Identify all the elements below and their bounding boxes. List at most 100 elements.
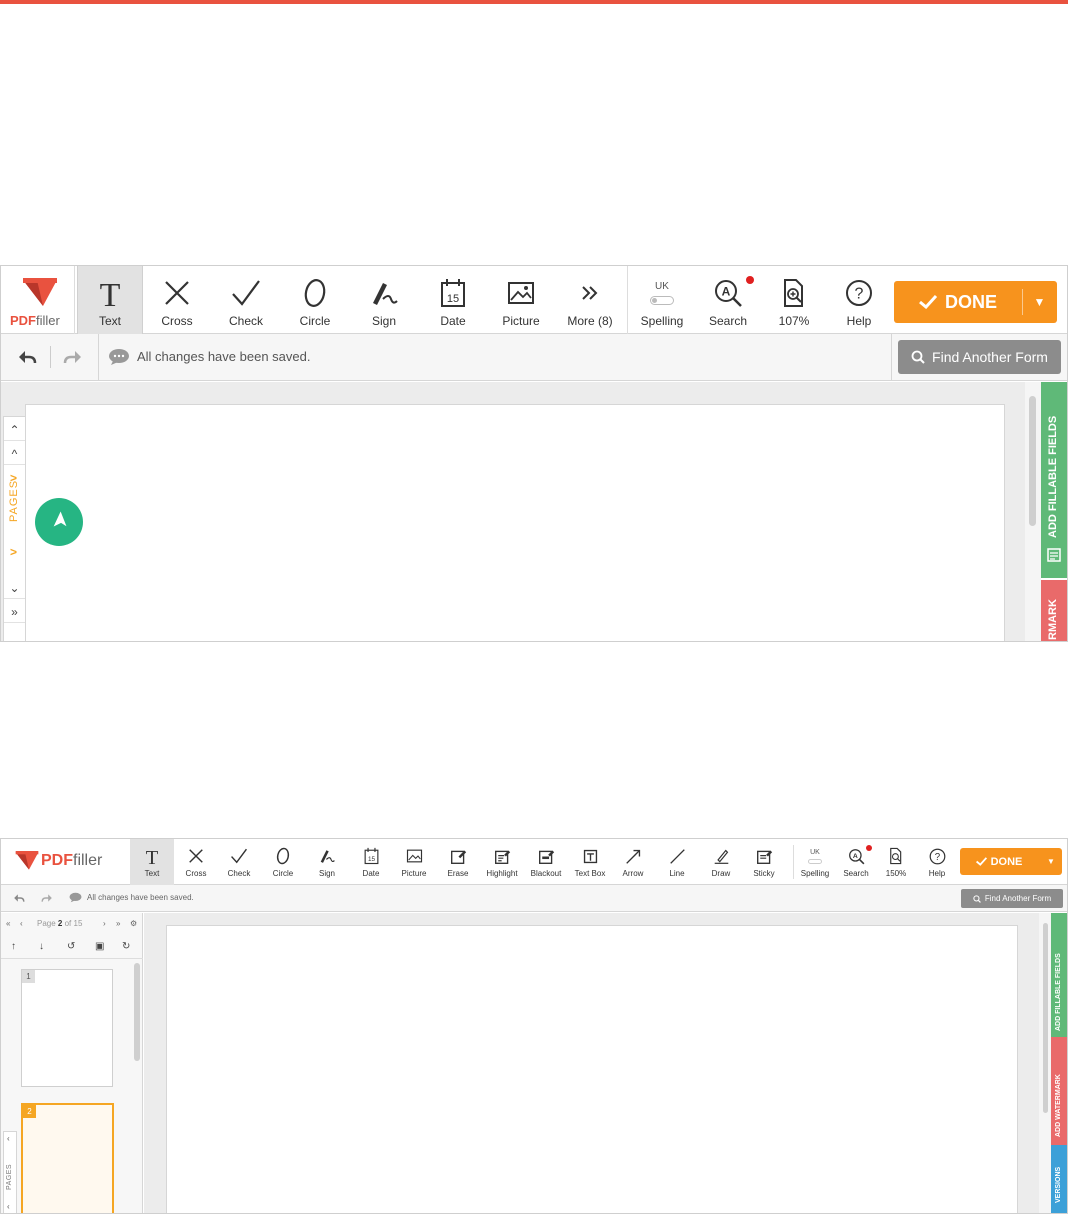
tool-check[interactable]: Check xyxy=(213,266,279,334)
tool-arrow[interactable]: Arrow xyxy=(611,839,655,885)
tool-text-box[interactable]: Text Box xyxy=(568,839,612,885)
double-chevron-up-icon: ⌃ xyxy=(9,422,20,437)
last-page-button[interactable]: » xyxy=(4,601,25,623)
find-another-form-button[interactable]: Find Another Form xyxy=(961,889,1063,908)
rotate-right-icon[interactable]: ↻ xyxy=(122,941,130,952)
tool-search[interactable]: A Search xyxy=(834,839,878,885)
logo-wordmark[interactable]: PDFfiller xyxy=(41,852,102,870)
tool-zoom[interactable]: 107% xyxy=(761,266,827,334)
undo-icon[interactable] xyxy=(13,893,25,903)
next-page-icon[interactable]: › xyxy=(103,919,106,928)
tool-text[interactable]: T Text xyxy=(77,266,143,334)
panel-scrollbar[interactable] xyxy=(134,963,140,1061)
picture-icon xyxy=(406,849,422,863)
tool-date[interactable]: 15 Date xyxy=(420,266,486,334)
gear-icon[interactable]: ⚙ xyxy=(130,919,137,928)
add-watermark-tab[interactable]: RMARK xyxy=(1041,580,1067,641)
add-watermark-tab[interactable]: ADD WATERMARK xyxy=(1051,1037,1067,1145)
undo-icon[interactable] xyxy=(17,349,37,365)
prev-page-button[interactable]: ^ xyxy=(4,443,25,465)
vertical-scrollbar[interactable] xyxy=(1039,913,1051,1213)
tool-cross[interactable]: Cross xyxy=(144,266,210,334)
tool-spelling[interactable]: UK Spelling xyxy=(629,266,695,334)
chevron-left-icon[interactable]: ‹ xyxy=(7,1202,10,1211)
tool-draw[interactable]: Draw xyxy=(699,839,743,885)
toolbar-separator xyxy=(627,266,628,334)
zoom-page-icon xyxy=(890,847,902,865)
prev-page-icon[interactable]: ‹ xyxy=(20,919,23,928)
tool-sign[interactable]: Sign xyxy=(305,839,349,885)
spelling-toggle[interactable] xyxy=(808,858,822,864)
done-dropdown[interactable]: ▼ xyxy=(1040,848,1062,875)
tool-search[interactable]: A Search xyxy=(695,266,761,334)
tool-picture[interactable]: Picture xyxy=(488,266,554,334)
search-icon: A xyxy=(715,280,742,307)
save-status-text: All changes have been saved. xyxy=(87,893,194,902)
document-page[interactable] xyxy=(166,925,1018,1213)
editor-screenshot-small: PDFfiller T Text Cross Check Circle Sign… xyxy=(0,838,1068,1214)
highlight-icon xyxy=(494,850,510,864)
add-fillable-fields-tab[interactable]: ADD FILLABLE FIELDS xyxy=(1051,913,1067,1037)
versions-tab[interactable]: VERSIONS xyxy=(1051,1145,1067,1213)
versions-label: VERSIONS xyxy=(1055,1166,1062,1203)
tool-cross[interactable]: Cross xyxy=(174,839,218,885)
page-thumbnail[interactable]: 1 xyxy=(21,969,113,1087)
spelling-language: UK xyxy=(810,848,820,856)
tool-sign[interactable]: Sign xyxy=(351,266,417,334)
guide-pointer-button[interactable] xyxy=(35,498,83,546)
rotate-left-icon[interactable]: ↺ xyxy=(67,941,75,952)
tool-highlight[interactable]: Highlight xyxy=(480,839,524,885)
done-main[interactable]: DONE xyxy=(960,848,1038,875)
tool-sticky[interactable]: Sticky xyxy=(742,839,786,885)
tool-date[interactable]: 15 Date xyxy=(349,839,393,885)
page-thumbnail-selected[interactable]: 2 xyxy=(21,1103,114,1213)
tool-text[interactable]: T Text xyxy=(130,839,174,885)
scrollbar-thumb[interactable] xyxy=(1029,396,1036,526)
done-main[interactable]: DONE xyxy=(894,281,1022,323)
tool-check[interactable]: Check xyxy=(217,839,261,885)
tool-circle[interactable]: Circle xyxy=(282,266,348,334)
redo-icon[interactable] xyxy=(63,349,83,365)
tool-erase[interactable]: Erase xyxy=(436,839,480,885)
pdffiller-logo-icon[interactable] xyxy=(15,851,39,871)
tool-spelling[interactable]: UK Spelling xyxy=(793,839,837,885)
move-down-icon[interactable]: ↓ xyxy=(39,941,44,952)
pages-label[interactable]: PAGES xyxy=(6,1164,13,1190)
done-button[interactable]: DONE ▼ xyxy=(894,281,1057,323)
last-page-icon[interactable]: » xyxy=(116,919,120,928)
scrollbar-thumb[interactable] xyxy=(1043,923,1048,1113)
page-navigation: « ‹ Page 2 of 15 › » ⚙ xyxy=(1,913,143,935)
cross-icon xyxy=(165,281,189,305)
first-page-button[interactable]: ⌃ xyxy=(4,419,25,441)
done-dropdown[interactable]: ▼ xyxy=(1022,281,1057,323)
tool-circle[interactable]: Circle xyxy=(261,839,305,885)
spelling-toggle[interactable] xyxy=(650,296,674,305)
tool-picture[interactable]: Picture xyxy=(392,839,436,885)
chevron-left-icon[interactable]: ‹ xyxy=(7,1134,10,1143)
first-page-icon[interactable]: « xyxy=(6,919,10,928)
done-button[interactable]: DONE ▼ xyxy=(960,848,1062,875)
add-fillable-fields-tab[interactable]: ADD FILLABLE FIELDS xyxy=(1041,382,1067,578)
delete-icon[interactable]: ▣ xyxy=(95,941,104,952)
text-icon: T xyxy=(146,847,159,866)
tool-blackout[interactable]: Blackout xyxy=(524,839,568,885)
tool-zoom[interactable]: 150% xyxy=(874,839,918,885)
tool-help[interactable]: ? Help xyxy=(915,839,959,885)
text-icon: T xyxy=(100,277,121,309)
find-another-form-button[interactable]: Find Another Form xyxy=(898,340,1061,374)
vertical-scrollbar[interactable] xyxy=(1025,382,1041,641)
sign-icon xyxy=(320,850,335,863)
document-page[interactable] xyxy=(25,404,1005,641)
pdffiller-logo[interactable]: PDFfiller xyxy=(1,266,75,334)
move-up-icon[interactable]: ↑ xyxy=(11,941,16,952)
text-box-icon xyxy=(583,849,597,863)
page-actions: ↑ ↓ ↺ ▣ ↻ xyxy=(1,937,143,959)
tool-line[interactable]: Line xyxy=(655,839,699,885)
redo-icon[interactable] xyxy=(41,893,53,903)
tool-help[interactable]: ? Help xyxy=(826,266,892,334)
chevron-right-icon[interactable]: > xyxy=(10,545,17,559)
tool-more[interactable]: More (8) xyxy=(557,266,623,334)
next-page-button[interactable]: ⌄ xyxy=(4,577,25,599)
page-number: 2 xyxy=(23,1105,36,1118)
pages-label[interactable]: PAGES xyxy=(8,480,20,522)
